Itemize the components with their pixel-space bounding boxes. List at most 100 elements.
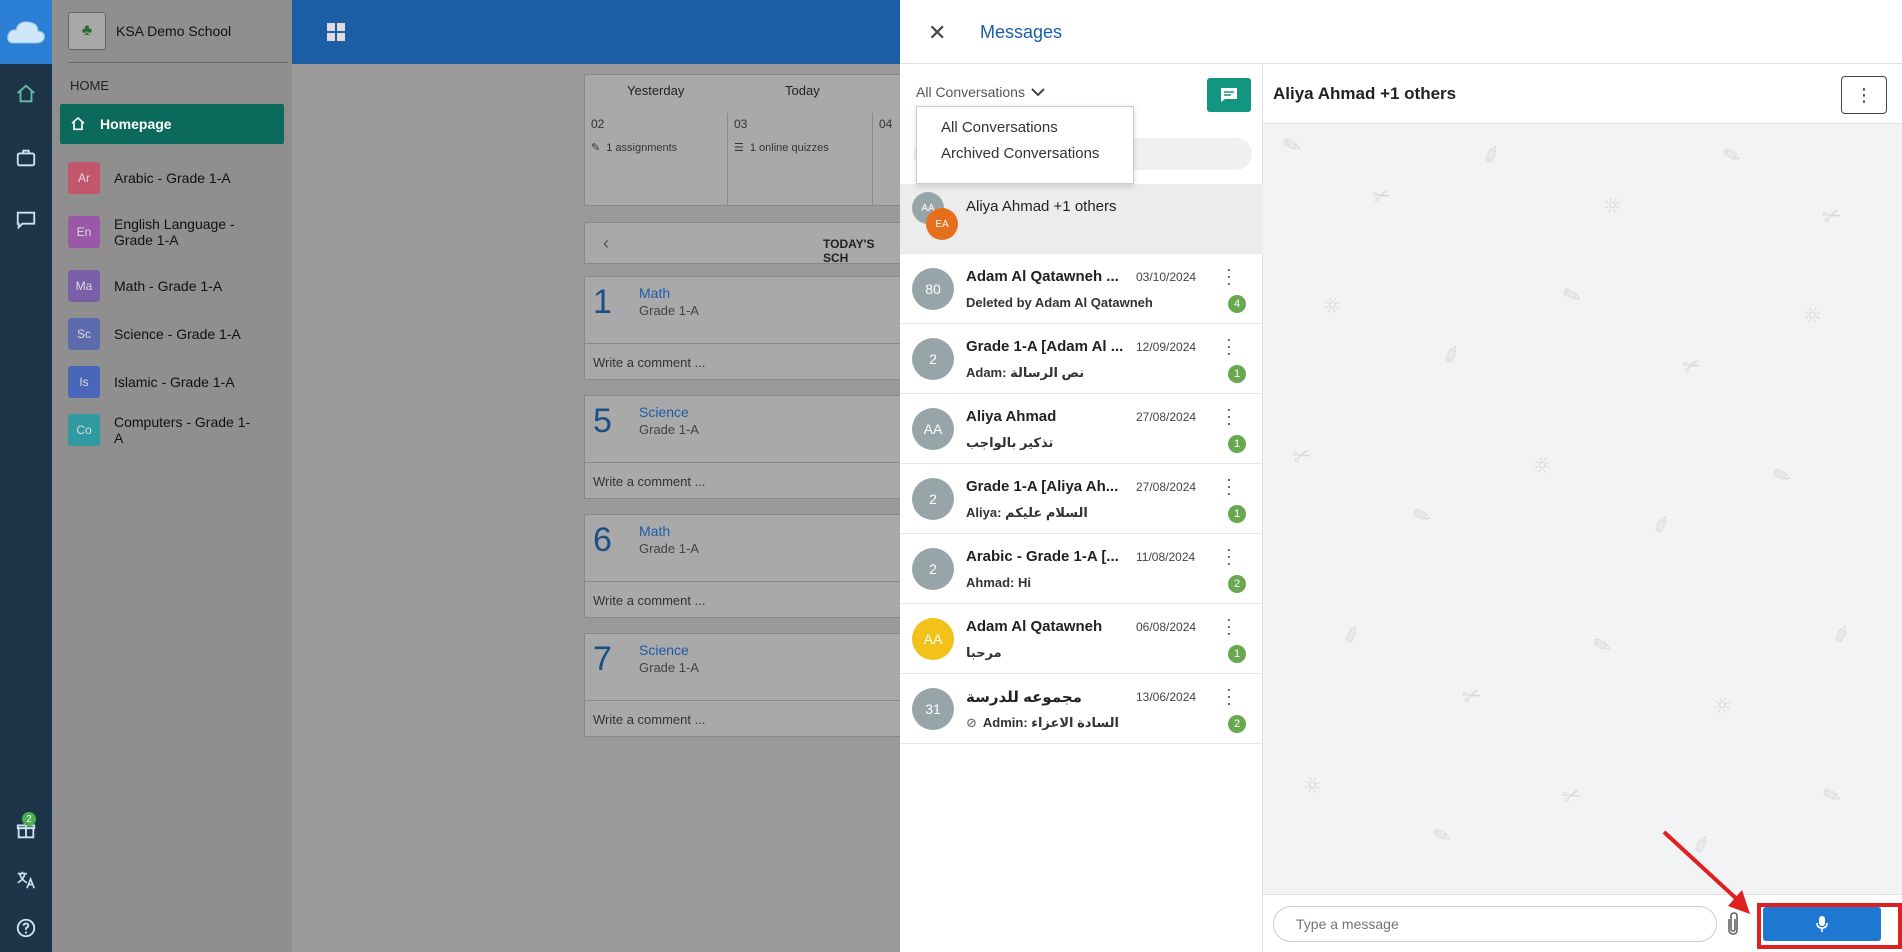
lesson-subject[interactable]: Science xyxy=(639,642,689,658)
lesson-card[interactable]: 7 Science Grade 1-A Write a comment ... xyxy=(584,633,902,737)
more-vertical-icon[interactable]: · · · xyxy=(1224,610,1234,642)
conversation-filter-dropdown[interactable]: All Conversations xyxy=(916,84,1045,100)
translate-icon[interactable] xyxy=(0,860,52,900)
conversation-name: Grade 1-A [Aliya Ah... xyxy=(966,478,1119,495)
briefcase-icon[interactable] xyxy=(0,138,52,178)
sidebar-item-course[interactable]: Ma Math - Grade 1-A xyxy=(68,270,254,302)
lesson-card[interactable]: 1 Math Grade 1-A Write a comment ... xyxy=(584,276,902,380)
grid-menu-icon[interactable] xyxy=(326,22,346,47)
conversation-item[interactable]: 80 Adam Al Qatawneh ... 03/10/2024 Deleted … xyxy=(900,254,1263,324)
filter-selected: All Conversations xyxy=(916,84,1025,100)
sidebar: ♣ KSA Demo School HOME Homepage Ar Arabic… xyxy=(52,0,292,952)
conversation-preview-row: تذكير بالواجب xyxy=(966,435,1053,451)
lesson-subject[interactable]: Math xyxy=(639,523,670,539)
course-badge: Sc xyxy=(68,318,100,350)
conversation-item[interactable]: 31 مجموعه للدرسة 13/06/2024 ⊘ Admin: السادة … xyxy=(900,674,1263,744)
more-vertical-icon[interactable]: · · · xyxy=(1224,260,1234,292)
top-bar xyxy=(292,0,902,64)
home-icon[interactable] xyxy=(0,74,52,114)
school-logo-icon: ♣ xyxy=(68,12,106,50)
filter-option-all[interactable]: All Conversations xyxy=(917,107,1133,137)
school-name: KSA Demo School xyxy=(116,23,232,39)
calendar-cell[interactable]: 03 ☰ 1 online quizzes xyxy=(728,113,873,205)
sidebar-item-course[interactable]: Is Islamic - Grade 1-A xyxy=(68,366,254,398)
avatar: 2 xyxy=(912,338,954,380)
blocked-icon: ⊘ xyxy=(966,715,977,730)
lesson-subject[interactable]: Math xyxy=(639,285,670,301)
school-header[interactable]: ♣ KSA Demo School xyxy=(68,12,231,50)
more-vertical-icon[interactable]: · · · xyxy=(1224,330,1234,362)
annotation-arrow xyxy=(1662,830,1750,914)
schedule-header: ‹ TODAY'S SCH xyxy=(584,222,902,265)
more-vertical-icon[interactable]: ⋮ xyxy=(1841,76,1887,114)
conversation-name: Aliya Ahmad xyxy=(966,408,1057,425)
comment-input[interactable]: Write a comment ... xyxy=(585,581,901,619)
conversation-item[interactable]: AA Adam Al Qatawneh 06/08/2024 مرحبا · · · 1 xyxy=(900,604,1263,674)
calendar-item: 1 assignments xyxy=(606,141,678,154)
home-icon xyxy=(71,116,85,131)
conversation-date: 27/08/2024 xyxy=(1136,410,1197,424)
conversation-item[interactable]: 2 Grade 1-A [Aliya Ah... 27/08/2024 Aliya: … xyxy=(900,464,1263,534)
sidebar-item-homepage[interactable]: Homepage xyxy=(60,104,284,144)
chat-icon[interactable] xyxy=(0,200,52,240)
course-name: Computers - Grade 1-A xyxy=(114,414,251,446)
course-badge: En xyxy=(68,216,100,248)
lesson-grade: Grade 1-A xyxy=(639,303,699,318)
message-input[interactable] xyxy=(1273,906,1717,942)
sidebar-item-course[interactable]: Ar Arabic - Grade 1-A xyxy=(68,162,254,194)
help-icon[interactable] xyxy=(0,908,52,948)
lesson-subject[interactable]: Science xyxy=(639,404,689,420)
conversation-item[interactable]: AA Aliya Ahmad 27/08/2024 تذكير بالواجب · · · 1 xyxy=(900,394,1263,464)
calendar-cell[interactable]: 04 xyxy=(873,113,903,205)
more-vertical-icon[interactable]: · · · xyxy=(1224,680,1234,712)
cloud-logo-icon[interactable] xyxy=(0,0,52,64)
more-vertical-icon[interactable]: · · · xyxy=(1224,400,1234,432)
conversation-preview: Adam: نص الرسالة xyxy=(966,365,1085,380)
calendar-date: 02 xyxy=(591,117,605,131)
new-conversation-button[interactable] xyxy=(1207,78,1251,112)
comment-input[interactable]: Write a comment ... xyxy=(585,462,901,500)
conversation-preview-row: Adam: نص الرسالة xyxy=(966,365,1084,381)
messages-header: ✕ Messages xyxy=(900,0,1902,64)
course-name: Islamic - Grade 1-A xyxy=(114,374,235,390)
sidebar-item-course[interactable]: En English Language - Grade 1-A xyxy=(68,216,254,248)
course-badge: Co xyxy=(68,414,100,446)
conversation-item[interactable]: 2 Arabic - Grade 1-A [... 11/08/2024 Ahmad:… xyxy=(900,534,1263,604)
conversation-preview: مرحبا xyxy=(966,645,1002,660)
avatar: AA xyxy=(912,618,954,660)
sidebar-item-course[interactable]: Sc Science - Grade 1-A xyxy=(68,318,254,350)
close-icon[interactable]: ✕ xyxy=(928,20,946,46)
conversation-item-active[interactable]: AA EA Aliya Ahmad +1 others xyxy=(900,184,1263,254)
gift-badge: 2 xyxy=(22,812,36,826)
conversation-name: Adam Al Qatawneh xyxy=(966,618,1103,635)
lesson-period: 6 xyxy=(593,521,612,559)
conversation-list: All Conversations All Conversations Arch… xyxy=(900,64,1263,952)
gift-icon[interactable]: 2 xyxy=(0,810,52,850)
avatar: 80 xyxy=(912,268,954,310)
conversation-name: Aliya Ahmad +1 others xyxy=(966,198,1117,215)
comment-input[interactable]: Write a comment ... xyxy=(585,700,901,738)
lesson-card[interactable]: 5 Science Grade 1-A Write a comment ... xyxy=(584,395,902,499)
lesson-card[interactable]: 6 Math Grade 1-A Write a comment ... xyxy=(584,514,902,618)
course-badge: Ar xyxy=(68,162,100,194)
home-section-label: HOME xyxy=(70,78,109,93)
conversation-preview-row: Aliya: السلام عليكم xyxy=(966,505,1088,521)
filter-option-archived[interactable]: Archived Conversations xyxy=(917,137,1133,167)
conversation-item[interactable]: 2 Grade 1-A [Adam Al ... 12/09/2024 Adam: ن… xyxy=(900,324,1263,394)
more-vertical-icon[interactable]: · · · xyxy=(1224,540,1234,572)
chevron-left-icon[interactable]: ‹ xyxy=(603,233,609,254)
comment-input[interactable]: Write a comment ... xyxy=(585,343,901,381)
more-vertical-icon[interactable]: · · · xyxy=(1224,470,1234,502)
conversation-name: مجموعه للدرسة xyxy=(966,689,1082,706)
course-name: Science - Grade 1-A xyxy=(114,326,241,342)
chat-background-pattern: ✎ ✂ ✐ ☼ ✎ ✂ ☼ ✐ ✎ ✂ ☼ ✂ ✎ ☼ ✐ ✎ ✐ ✂ ✎ ☼ ✐ ☼ ✎ ✂ ✐ ✎ xyxy=(1279,131,1855,862)
chat-title: Aliya Ahmad +1 others xyxy=(1273,84,1457,103)
sidebar-item-course[interactable]: Co Computers - Grade 1-A xyxy=(68,414,254,446)
conversation-preview: Deleted by Adam Al Qatawneh xyxy=(966,295,1153,310)
chat-header: Aliya Ahmad +1 others ⋮ xyxy=(1263,64,1902,124)
course-badge: Ma xyxy=(68,270,100,302)
calendar-cell[interactable]: 02 ✎ 1 assignments xyxy=(585,113,728,205)
schedule-title: TODAY'S SCH xyxy=(823,237,875,265)
conversation-preview-row: ⊘ Admin: السادة الاعزاء xyxy=(966,715,1119,731)
divider xyxy=(68,62,288,63)
